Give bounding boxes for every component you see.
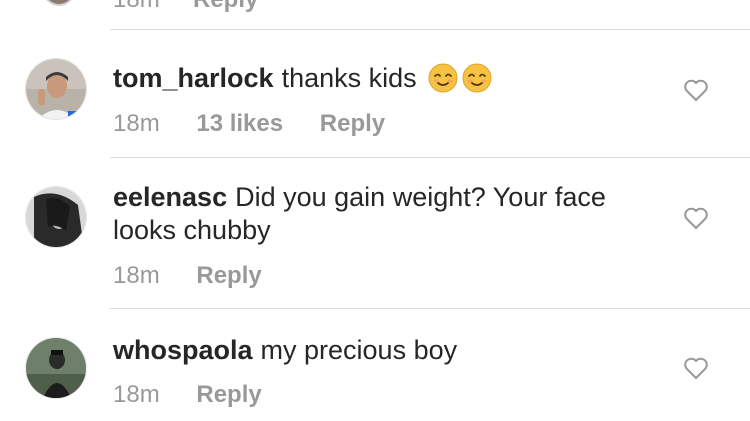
comment-time: 18m	[113, 110, 160, 137]
comment-body: whospaola my precious boy	[113, 334, 653, 367]
reply-button[interactable]: Reply	[320, 110, 385, 137]
avatar[interactable]	[25, 337, 87, 399]
like-heart-icon[interactable]	[683, 356, 709, 380]
reply-button[interactable]: Reply	[196, 381, 261, 408]
comment-time: 18m	[113, 381, 160, 408]
comment-username[interactable]: eelenasc	[113, 182, 227, 212]
relieved-face-icon	[428, 63, 458, 101]
like-heart-icon[interactable]	[683, 206, 709, 230]
comment-divider	[110, 157, 750, 158]
comment-meta: 18m 13 likes Reply	[113, 110, 415, 138]
comment-username[interactable]: tom_harlock	[113, 63, 274, 93]
avatar-image	[26, 187, 86, 247]
comment-username[interactable]: whospaola	[113, 335, 253, 365]
avatar-image	[26, 59, 86, 119]
comment-divider	[110, 29, 750, 30]
comment-body: eelenasc Did you gain weight? Your face l…	[113, 181, 653, 247]
relieved-face-icon	[462, 63, 492, 101]
comment-text: my precious boy	[260, 335, 458, 365]
comment-meta: 18m Reply	[113, 381, 292, 409]
comment-body: tom_harlock thanks kids	[113, 62, 653, 101]
comment-time: 18m	[113, 262, 160, 289]
comment-meta: 18m Reply	[113, 262, 292, 290]
comment-text: thanks kids	[281, 63, 417, 93]
avatar-image	[26, 338, 86, 398]
comment-time: 18m	[113, 0, 160, 14]
like-heart-icon[interactable]	[683, 78, 709, 102]
likes-count[interactable]: 13 likes	[196, 110, 283, 137]
previous-comment-meta: 18m Reply	[0, 0, 750, 16]
reply-button[interactable]: Reply	[193, 0, 258, 14]
avatar[interactable]	[25, 186, 87, 248]
comment-divider	[110, 308, 750, 309]
avatar[interactable]	[25, 58, 87, 120]
reply-button[interactable]: Reply	[196, 262, 261, 289]
